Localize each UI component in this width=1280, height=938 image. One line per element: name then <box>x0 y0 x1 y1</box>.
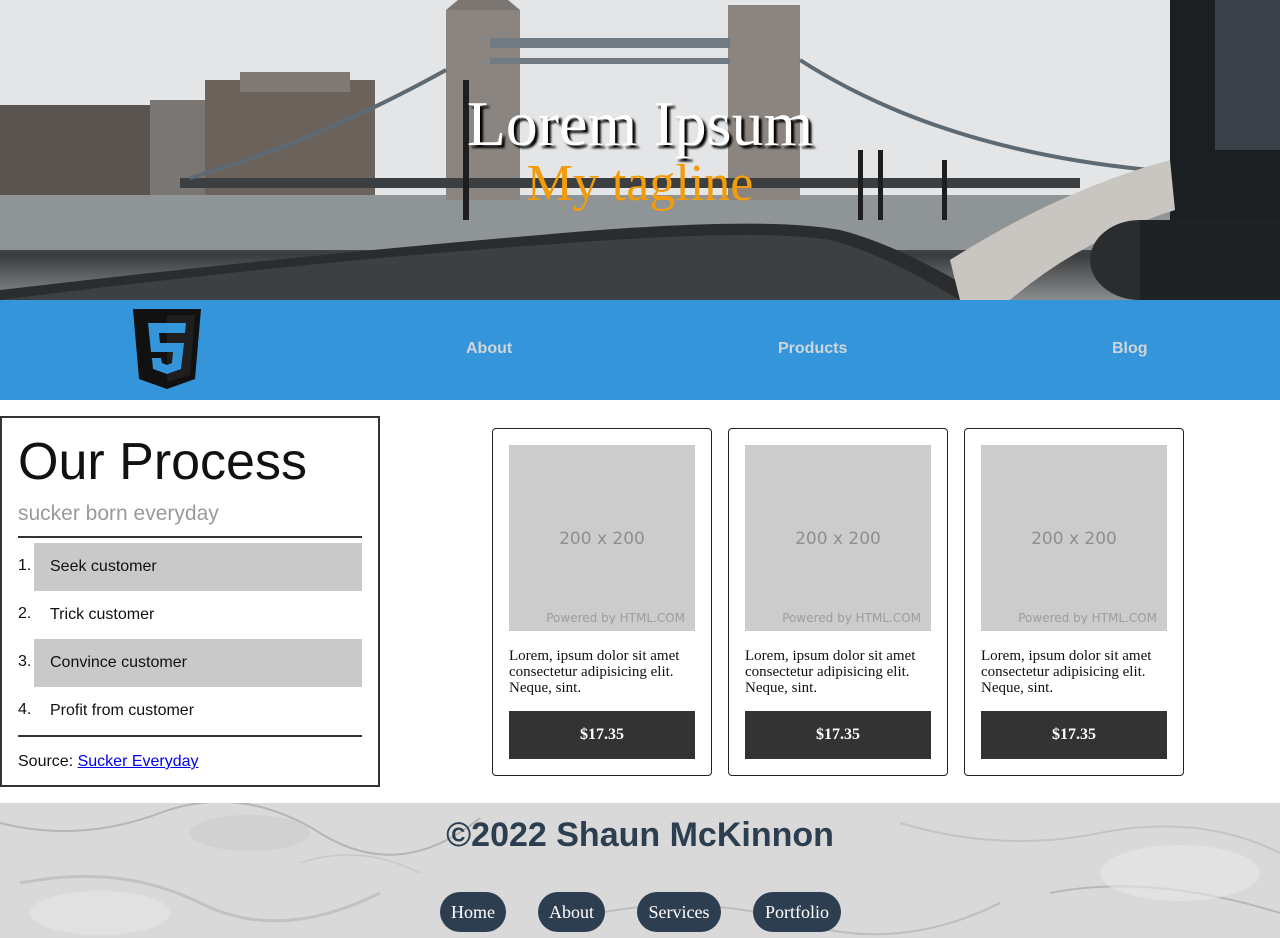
hero-title: Lorem Ipsum <box>466 88 814 159</box>
price-button[interactable]: $17.35 <box>981 711 1167 759</box>
step-label: Trick customer <box>50 606 155 623</box>
hero-banner: Lorem Ipsum My tagline <box>0 0 1280 300</box>
footer-link-about[interactable]: About <box>538 892 605 932</box>
source-line: Source: Sucker Everyday <box>18 752 199 772</box>
image-powered-text: Powered by HTML.COM <box>546 611 685 625</box>
step-number: 1. <box>18 557 32 574</box>
list-item: 1. Seek customer <box>18 543 362 591</box>
product-description: Lorem, ipsum dolor sit amet consectetur … <box>509 648 680 696</box>
step-label: Profit from customer <box>50 702 195 719</box>
source-label: Source: <box>18 753 74 770</box>
step-number: 2. <box>18 605 32 622</box>
list-item: 2. Trick customer <box>18 591 362 639</box>
step-label: Convince customer <box>34 639 362 687</box>
footer-link-portfolio[interactable]: Portfolio <box>753 892 841 932</box>
product-card: 200 x 200 Powered by HTML.COM Lorem, ips… <box>964 428 1184 776</box>
list-item: 3. Convince customer <box>18 639 362 687</box>
product-image-placeholder: 200 x 200 Powered by HTML.COM <box>745 445 931 631</box>
step-number: 3. <box>18 653 32 670</box>
source-link[interactable]: Sucker Everyday <box>78 753 199 770</box>
list-item: 4. Profit from customer <box>18 687 362 735</box>
product-card: 200 x 200 Powered by HTML.COM Lorem, ips… <box>492 428 712 776</box>
image-powered-text: Powered by HTML.COM <box>1018 611 1157 625</box>
product-image-placeholder: 200 x 200 Powered by HTML.COM <box>981 445 1167 631</box>
main-nav: About Products Blog <box>0 300 1280 400</box>
step-number: 4. <box>18 701 32 718</box>
product-description: Lorem, ipsum dolor sit amet consectetur … <box>745 648 916 696</box>
product-description: Lorem, ipsum dolor sit amet consectetur … <box>981 648 1152 696</box>
copyright-text: ©2022 Shaun McKinnon <box>446 816 834 854</box>
product-image-placeholder: 200 x 200 Powered by HTML.COM <box>509 445 695 631</box>
price-button[interactable]: $17.35 <box>509 711 695 759</box>
price-button[interactable]: $17.35 <box>745 711 931 759</box>
image-dimensions-text: 200 x 200 <box>559 529 645 549</box>
divider <box>18 735 362 737</box>
nav-link-about[interactable]: About <box>466 338 512 360</box>
nav-link-blog[interactable]: Blog <box>1112 338 1148 360</box>
step-label: Seek customer <box>34 543 362 591</box>
image-powered-text: Powered by HTML.COM <box>782 611 921 625</box>
html5-shield-icon[interactable] <box>133 309 201 389</box>
hero-tagline: My tagline <box>526 155 754 212</box>
process-panel: Our Process sucker born everyday 1. Seek… <box>0 416 380 787</box>
nav-link-products[interactable]: Products <box>778 338 847 360</box>
footer: ©2022 Shaun McKinnon Home About Services… <box>0 803 1280 938</box>
footer-link-services[interactable]: Services <box>637 892 721 932</box>
image-dimensions-text: 200 x 200 <box>795 529 881 549</box>
divider <box>18 536 362 538</box>
footer-link-home[interactable]: Home <box>440 892 506 932</box>
product-card: 200 x 200 Powered by HTML.COM Lorem, ips… <box>728 428 948 776</box>
process-subtitle: sucker born everyday <box>18 502 219 525</box>
process-title: Our Process <box>18 433 307 491</box>
image-dimensions-text: 200 x 200 <box>1031 529 1117 549</box>
